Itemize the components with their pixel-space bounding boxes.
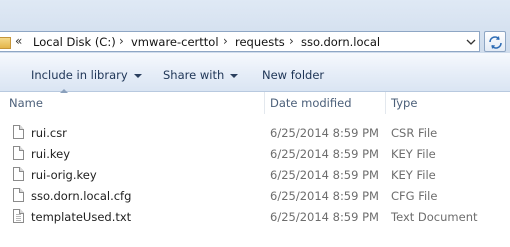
column-header-row: Name Date modified Type (0, 89, 510, 114)
refresh-button[interactable] (484, 31, 506, 52)
file-date-modified: 6/25/2014 8:59 PM (270, 210, 379, 224)
sort-indicator-icon (60, 89, 68, 93)
address-bar-row: « Local Disk (C:) › vmware-certtol › req… (0, 0, 510, 53)
breadcrumb-vmware-certtol[interactable]: vmware-certtol (131, 35, 219, 49)
file-name: rui-orig.key (31, 168, 97, 182)
column-header-name[interactable]: Name (9, 96, 43, 110)
file-row[interactable]: rui.key 6/25/2014 8:59 PM KEY File (0, 144, 510, 165)
file-name: templateUsed.txt (31, 210, 132, 224)
dropdown-arrow-icon (230, 73, 239, 78)
breadcrumb-separator-icon[interactable]: › (289, 34, 294, 48)
column-header-type[interactable]: Type (391, 96, 417, 110)
dropdown-arrow-icon (133, 73, 142, 78)
file-type: CFG File (391, 189, 438, 203)
file-date-modified: 6/25/2014 8:59 PM (270, 189, 379, 203)
column-header-name-label: Name (9, 96, 43, 110)
document-icon (13, 167, 24, 181)
file-row[interactable]: rui-orig.key 6/25/2014 8:59 PM KEY File (0, 165, 510, 186)
column-divider[interactable] (264, 92, 265, 114)
file-type: KEY File (391, 147, 436, 161)
file-date-modified: 6/25/2014 8:59 PM (270, 147, 379, 161)
file-row[interactable]: rui.csr 6/25/2014 8:59 PM CSR File (0, 123, 510, 144)
include-in-library-label: Include in library (31, 68, 128, 82)
folder-icon (0, 37, 11, 49)
breadcrumb-local-disk[interactable]: Local Disk (C:) (33, 35, 116, 49)
document-icon (13, 188, 24, 202)
column-header-date-modified[interactable]: Date modified (270, 96, 352, 110)
file-date-modified: 6/25/2014 8:59 PM (270, 168, 379, 182)
refresh-icon (489, 36, 502, 49)
breadcrumb-sso-dorn-local[interactable]: sso.dorn.local (301, 35, 380, 49)
breadcrumb-separator-icon[interactable]: › (119, 34, 124, 48)
file-type: Text Document (391, 210, 478, 224)
file-type: KEY File (391, 168, 436, 182)
breadcrumb-separator-icon[interactable]: › (223, 34, 228, 48)
share-with-button[interactable]: Share with (163, 68, 239, 82)
file-name: rui.csr (31, 126, 67, 140)
file-date-modified: 6/25/2014 8:59 PM (270, 126, 379, 140)
share-with-label: Share with (163, 68, 225, 82)
text-document-icon (13, 209, 24, 223)
breadcrumb-requests[interactable]: requests (235, 35, 285, 49)
file-type: CSR File (391, 126, 438, 140)
chevron-down-icon (466, 39, 476, 45)
include-in-library-button[interactable]: Include in library (31, 68, 142, 82)
file-name: rui.key (31, 147, 70, 161)
address-overflow-button[interactable]: « (15, 34, 22, 48)
document-icon (13, 125, 24, 139)
file-row[interactable]: templateUsed.txt 6/25/2014 8:59 PM Text … (0, 207, 510, 228)
command-bar: Include in library Share with New folder (0, 53, 510, 92)
address-dropdown-button[interactable] (462, 31, 480, 52)
column-divider[interactable] (385, 92, 386, 114)
document-icon (13, 146, 24, 160)
file-name: sso.dorn.local.cfg (31, 189, 132, 203)
address-bar[interactable]: « Local Disk (C:) › vmware-certtol › req… (0, 31, 480, 52)
file-row[interactable]: sso.dorn.local.cfg 6/25/2014 8:59 PM CFG… (0, 186, 510, 207)
new-folder-button[interactable]: New folder (262, 68, 324, 82)
